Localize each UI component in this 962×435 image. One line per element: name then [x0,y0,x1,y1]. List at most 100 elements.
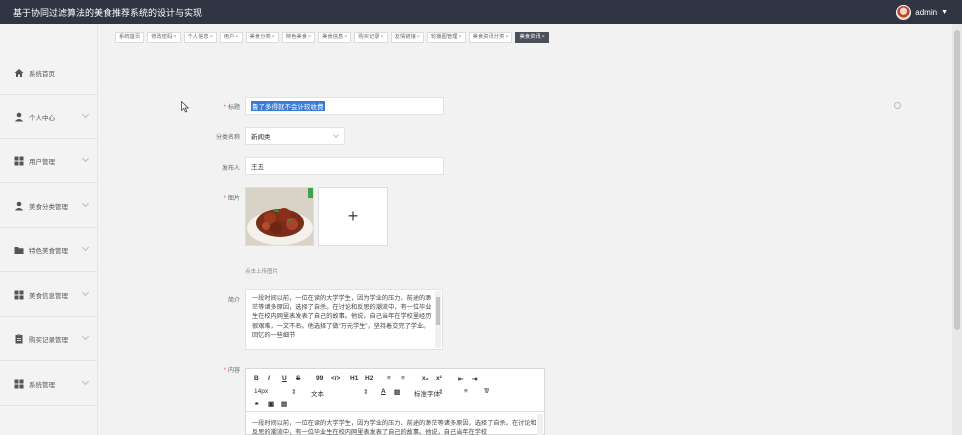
indent-button[interactable]: ⇥ [472,375,477,383]
sidebar-item-food-info[interactable]: 美食信息管理 [0,273,98,317]
category-select[interactable]: 新闻类 [245,127,345,145]
ordered-list-button[interactable]: ≡ [387,375,391,382]
image-icon[interactable]: ▣ [268,400,274,408]
textarea-scrollbar[interactable] [435,291,441,348]
strike-button[interactable]: S [296,375,300,382]
sidebar-item-special-food[interactable]: 特色美食管理 [0,228,98,272]
sidebar: 系统首页 个人中心 用户管理 美食分类管理 特色美食管理 美食信息管理 购买记录… [0,24,98,435]
h2-button[interactable]: H2 [365,375,373,382]
sidebar-item-label: 美食分类管理 [29,203,68,211]
top-bar: 基于协同过滤算法的美食推荐系统的设计与实现 admin ▼ [0,0,962,24]
avatar[interactable] [896,4,912,20]
clear-format-icon[interactable]: T̸ [484,388,488,395]
tab-purchase-records[interactable]: 购买记录× [354,31,388,43]
font-family-select[interactable]: 标准字体 [414,388,440,398]
editor-toolbar: B I U S 99 </> H1 H2 ≡ ≡ x₂ x² ⇤ ⇥ 14px … [246,369,546,412]
video-icon[interactable]: ▤ [281,400,287,408]
close-icon[interactable]: × [210,34,213,40]
tab-label: 修改密码 [151,33,173,40]
font-size-select[interactable]: 14px [254,388,268,395]
italic-button[interactable]: I [268,375,270,382]
close-icon[interactable]: × [272,34,275,40]
chevron-down-icon [81,288,90,297]
tab-label: 特色美食 [285,33,307,40]
tab-personal-info[interactable]: 个人信息× [183,31,217,43]
intro-text: 一段时间以前，一位在读的大学学生，因为学业的压力、前途的渺茫等诸多原因，选择了自… [252,295,432,339]
home-icon [13,67,24,78]
background-color-icon[interactable]: ▨ [394,388,400,396]
bullet-list-button[interactable]: ≡ [401,375,405,382]
subscript-button[interactable]: x₂ [422,375,429,382]
title-value: 鲁了多得就不会计较收费 [251,101,325,111]
close-icon[interactable]: × [458,34,461,40]
tab-users[interactable]: 用户× [219,31,243,43]
sidebar-item-home[interactable]: 系统首页 [0,51,98,95]
food-image-thumbnail[interactable] [245,187,314,246]
tab-home[interactable]: 系统首页 [115,31,145,43]
category-value: 新闻类 [251,134,271,141]
blockquote-button[interactable]: 99 [316,375,323,382]
user-menu[interactable]: admin ▼ [896,4,948,20]
tab-food-news[interactable]: 美食资讯× [515,31,549,43]
user-icon [13,200,24,211]
sidebar-item-users[interactable]: 用户管理 [0,139,98,183]
underline-button[interactable]: U [282,375,287,382]
title-input[interactable]: 鲁了多得就不会计较收费 [245,97,444,115]
tab-food-info[interactable]: 美食信息× [318,31,352,43]
username[interactable]: admin [915,8,937,17]
editor-scrollbar[interactable] [537,414,543,435]
folder-icon [13,244,24,255]
text-type-select[interactable]: 文本 [311,388,324,398]
tab-food-category[interactable]: 美食分类× [245,31,279,43]
close-icon[interactable]: × [308,34,311,40]
clipboard-icon [13,333,24,344]
close-icon[interactable]: × [417,34,420,40]
chevron-updown-icon[interactable]: ⇕ [363,388,368,396]
scrollbar-thumb[interactable] [954,30,960,330]
close-icon[interactable]: × [505,34,508,40]
upload-image-button[interactable]: + [318,187,388,246]
superscript-button[interactable]: x² [436,375,442,382]
sidebar-item-purchase-records[interactable]: 购买记录管理 [0,317,98,361]
sidebar-item-food-category[interactable]: 美食分类管理 [0,184,98,228]
sidebar-item-system[interactable]: 系统管理 [0,362,98,406]
rich-text-editor[interactable]: B I U S 99 </> H1 H2 ≡ ≡ x₂ x² ⇤ ⇥ 14px … [245,368,546,435]
font-color-icon[interactable]: A [381,388,386,395]
chevron-down-icon [333,132,339,138]
tab-label: 用户 [223,33,235,40]
close-icon[interactable]: × [381,34,384,40]
chevron-down-icon [81,154,90,163]
tab-label: 友情链接 [394,33,416,40]
title-label: * 标题 [223,105,240,111]
close-icon[interactable]: × [344,34,347,40]
code-button[interactable]: </> [331,375,340,382]
chevron-updown-icon[interactable]: ⇕ [438,388,443,396]
sidebar-item-personal-center[interactable]: 个人中心 [0,95,98,139]
h1-button[interactable]: H1 [350,375,358,382]
tab-label: 购买记录 [358,33,380,40]
tab-change-password[interactable]: 修改密码× [147,31,181,43]
tab-special-food[interactable]: 特色美食× [281,31,316,43]
mouse-cursor-icon [181,101,189,113]
close-icon[interactable]: × [173,34,176,40]
tab-label: 美食资讯分类 [472,33,505,40]
intro-textarea[interactable]: 一段时间以前，一位在读的大学学生，因为学业的压力、前途的渺茫等诸多原因，选择了自… [245,289,443,350]
editor-content[interactable]: 一段时间以前，一位在读的大学学生，因为学业的压力、前途的渺茫等诸多原因，选择了自… [252,419,538,435]
page-scrollbar[interactable] [952,24,962,435]
link-icon[interactable]: ⚭ [254,400,259,408]
settings-icon[interactable] [894,102,901,109]
user-icon [13,111,24,122]
publisher-value: 王五 [251,164,264,171]
outdent-button[interactable]: ⇤ [458,375,463,383]
tab-carousel[interactable]: 轮播图管理× [426,31,466,43]
publisher-input[interactable]: 王五 [245,157,444,175]
tab-news-category[interactable]: 美食资讯分类× [468,31,513,43]
close-icon[interactable]: × [542,34,545,40]
bold-button[interactable]: B [254,375,259,382]
align-icon[interactable]: ≡ [464,388,468,395]
tab-friend-links[interactable]: 友情链接× [390,31,424,43]
close-icon[interactable]: × [235,34,238,40]
caret-down-icon[interactable]: ▼ [941,9,948,16]
tab-label: 美食信息 [322,33,344,40]
chevron-updown-icon[interactable]: ⇕ [291,388,296,396]
